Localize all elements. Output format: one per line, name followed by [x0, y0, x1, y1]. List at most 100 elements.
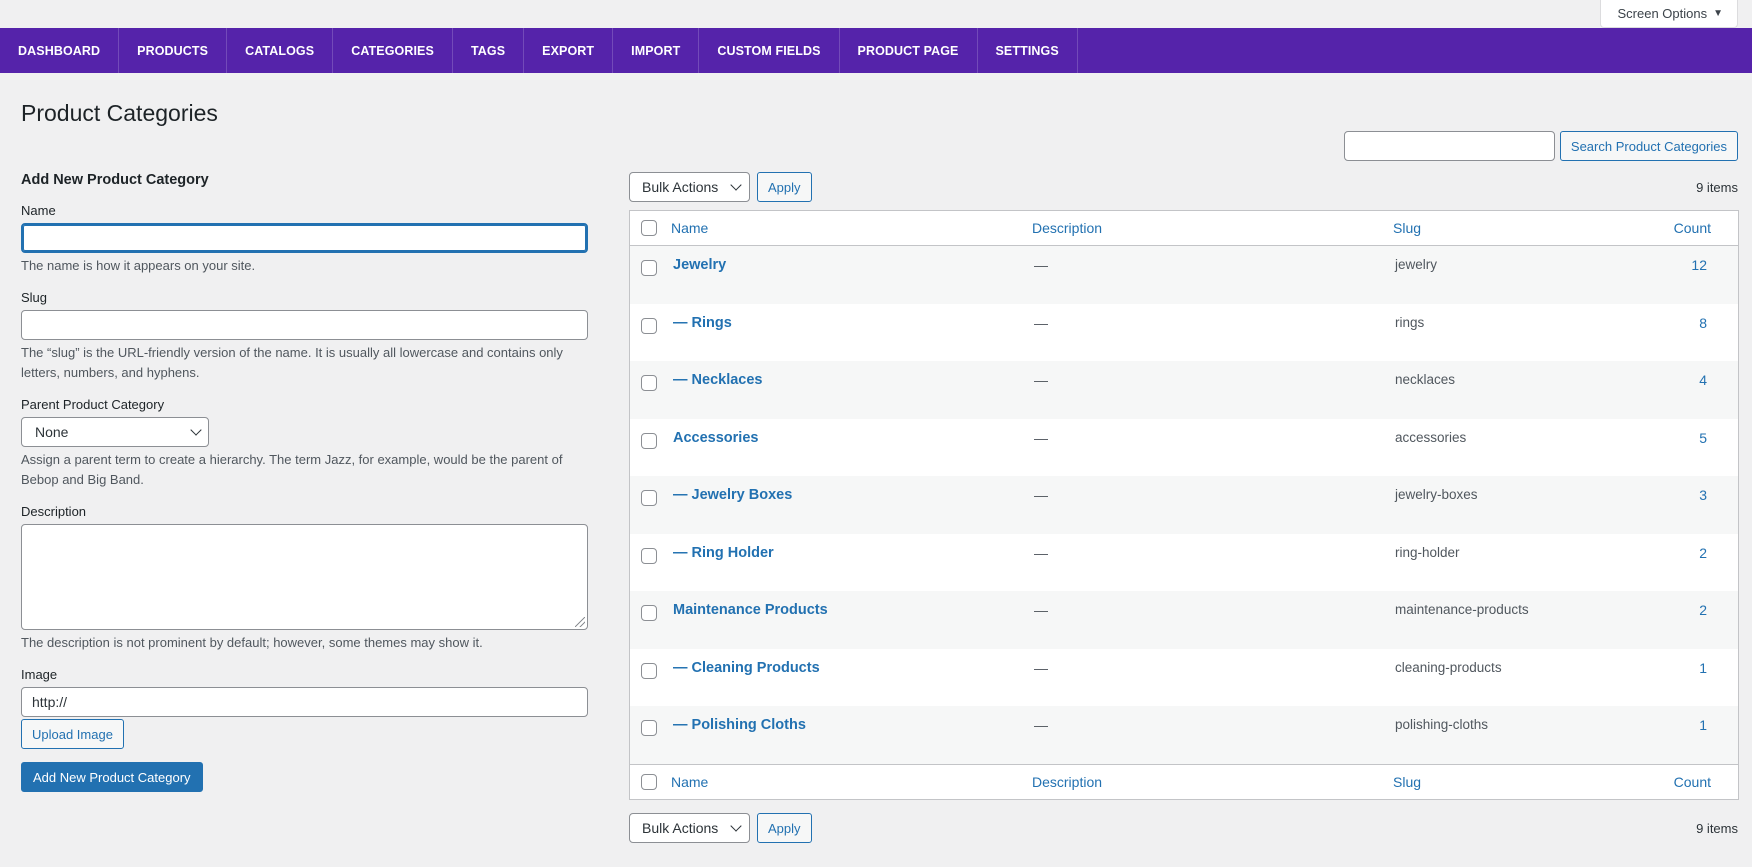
- tab-categories[interactable]: CATEGORIES: [333, 28, 453, 73]
- select-all-checkbox-footer[interactable]: [641, 773, 657, 790]
- category-name-link[interactable]: — Necklaces: [673, 372, 762, 388]
- image-label: Image: [21, 667, 58, 682]
- category-description: —: [1034, 487, 1048, 503]
- chevron-down-icon: [730, 179, 742, 191]
- category-description: —: [1034, 602, 1048, 618]
- category-slug: jewelry-boxes: [1395, 487, 1478, 502]
- table-header: Name Description Slug Count: [630, 211, 1738, 246]
- row-checkbox[interactable]: [641, 260, 657, 276]
- add-category-button[interactable]: Add New Product Category: [21, 762, 203, 792]
- screen-options-button[interactable]: Screen Options ▼: [1600, 0, 1738, 28]
- category-name-link[interactable]: Jewelry: [673, 257, 726, 273]
- bulk-actions-select-bottom[interactable]: Bulk Actions: [629, 813, 750, 843]
- tab-tags[interactable]: TAGS: [453, 28, 525, 73]
- category-count-link[interactable]: 8: [1699, 315, 1707, 331]
- items-count-bottom: 9 items: [1696, 820, 1738, 836]
- category-description: —: [1034, 314, 1048, 331]
- table-row: — Necklaces — necklaces 4: [630, 361, 1738, 419]
- search-categories-button[interactable]: Search Product Categories: [1559, 131, 1738, 161]
- category-name-link[interactable]: — Polishing Cloths: [673, 717, 806, 733]
- description-textarea[interactable]: [21, 524, 588, 630]
- category-name-link[interactable]: — Jewelry Boxes: [673, 487, 792, 503]
- category-count-link[interactable]: 4: [1699, 372, 1707, 388]
- category-description: —: [1034, 659, 1048, 676]
- form-heading: Add New Product Category: [21, 172, 209, 188]
- category-count-link[interactable]: 2: [1699, 545, 1707, 561]
- category-name-link[interactable]: — Ring Holder: [673, 545, 774, 561]
- category-slug: cleaning-products: [1395, 659, 1502, 675]
- row-checkbox[interactable]: [641, 547, 657, 564]
- column-count-sort-footer[interactable]: Count: [1674, 774, 1711, 790]
- row-checkbox[interactable]: [641, 720, 657, 736]
- screen-options-label: Screen Options: [1617, 6, 1708, 21]
- category-slug: jewelry: [1395, 257, 1438, 272]
- table-row: — Cleaning Products — cleaning-products …: [630, 649, 1738, 707]
- tab-import[interactable]: IMPORT: [613, 28, 700, 73]
- search-input[interactable]: [1343, 131, 1555, 161]
- category-name-link[interactable]: — Rings: [673, 315, 732, 331]
- bulk-actions-label: Bulk Actions: [642, 179, 719, 195]
- table-row: Jewelry — jewelry 12: [630, 246, 1738, 304]
- row-checkbox[interactable]: [641, 432, 657, 449]
- row-checkbox[interactable]: [641, 375, 657, 391]
- category-slug: maintenance-products: [1395, 602, 1529, 617]
- tab-dashboard[interactable]: DASHBOARD: [0, 28, 120, 73]
- table-row: — Polishing Cloths — polishing-cloths 1: [630, 706, 1738, 764]
- add-category-form: Add New Product Category Name The name i…: [21, 172, 588, 792]
- column-slug-sort-footer[interactable]: Slug: [1393, 774, 1421, 790]
- slug-input[interactable]: [21, 310, 588, 340]
- upload-image-button[interactable]: Upload Image: [21, 719, 124, 749]
- tab-catalogs[interactable]: CATALOGS: [227, 28, 334, 73]
- category-slug: accessories: [1395, 429, 1467, 445]
- tablenav-bottom: Bulk Actions Apply 9 items: [629, 813, 1738, 843]
- parent-select[interactable]: None: [21, 417, 209, 447]
- plugin-nav-bar: DASHBOARD PRODUCTS CATALOGS CATEGORIES T…: [0, 28, 1752, 73]
- category-count-link[interactable]: 2: [1699, 602, 1707, 618]
- column-name-sort-footer[interactable]: Name: [671, 774, 708, 790]
- parent-select-value: None: [35, 424, 69, 440]
- category-name-link[interactable]: — Cleaning Products: [673, 660, 820, 676]
- name-help: The name is how it appears on your site.: [21, 258, 256, 273]
- category-slug: ring-holder: [1395, 544, 1460, 560]
- column-description-sort[interactable]: Description: [1032, 220, 1102, 236]
- select-all-checkbox[interactable]: [641, 220, 657, 236]
- tab-product-page[interactable]: PRODUCT PAGE: [840, 28, 978, 73]
- apply-button-bottom[interactable]: Apply: [757, 813, 812, 843]
- tab-export[interactable]: EXPORT: [524, 28, 614, 73]
- table-row: — Ring Holder — ring-holder 2: [630, 534, 1738, 592]
- resize-grip-icon[interactable]: [575, 617, 585, 627]
- category-name-link[interactable]: Maintenance Products: [673, 602, 828, 618]
- category-count-link[interactable]: 1: [1699, 717, 1707, 733]
- image-url-input[interactable]: http://: [21, 687, 588, 717]
- name-input[interactable]: [21, 223, 588, 253]
- tab-products[interactable]: PRODUCTS: [119, 28, 228, 73]
- category-count-link[interactable]: 1: [1699, 660, 1707, 676]
- chevron-down-icon: [730, 820, 742, 832]
- column-slug-sort[interactable]: Slug: [1393, 220, 1421, 236]
- parent-help: Assign a parent term to create a hierarc…: [21, 452, 563, 487]
- bulk-actions-select[interactable]: Bulk Actions: [629, 172, 750, 202]
- category-description: —: [1034, 544, 1048, 561]
- row-checkbox[interactable]: [641, 662, 657, 679]
- tab-settings[interactable]: SETTINGS: [978, 28, 1078, 73]
- category-description: —: [1034, 257, 1048, 273]
- row-checkbox[interactable]: [641, 317, 657, 334]
- apply-button[interactable]: Apply: [757, 172, 812, 202]
- row-checkbox[interactable]: [641, 605, 657, 621]
- tab-custom-fields[interactable]: CUSTOM FIELDS: [699, 28, 840, 73]
- category-description: —: [1034, 372, 1048, 388]
- category-slug: polishing-cloths: [1395, 717, 1489, 732]
- category-name-link[interactable]: Accessories: [673, 430, 758, 446]
- column-name-sort[interactable]: Name: [671, 220, 708, 236]
- category-slug: necklaces: [1395, 372, 1456, 387]
- column-description-sort-footer[interactable]: Description: [1032, 774, 1102, 790]
- tablenav-top: Bulk Actions Apply 9 items: [629, 172, 1738, 202]
- category-count-link[interactable]: 5: [1699, 430, 1707, 446]
- items-count: 9 items: [1696, 179, 1738, 195]
- column-count-sort[interactable]: Count: [1674, 220, 1711, 236]
- category-count-link[interactable]: 3: [1699, 487, 1707, 503]
- category-count-link[interactable]: 12: [1691, 257, 1707, 273]
- category-slug: rings: [1395, 314, 1425, 330]
- row-checkbox[interactable]: [641, 490, 657, 506]
- caret-down-icon: ▼: [1713, 8, 1723, 19]
